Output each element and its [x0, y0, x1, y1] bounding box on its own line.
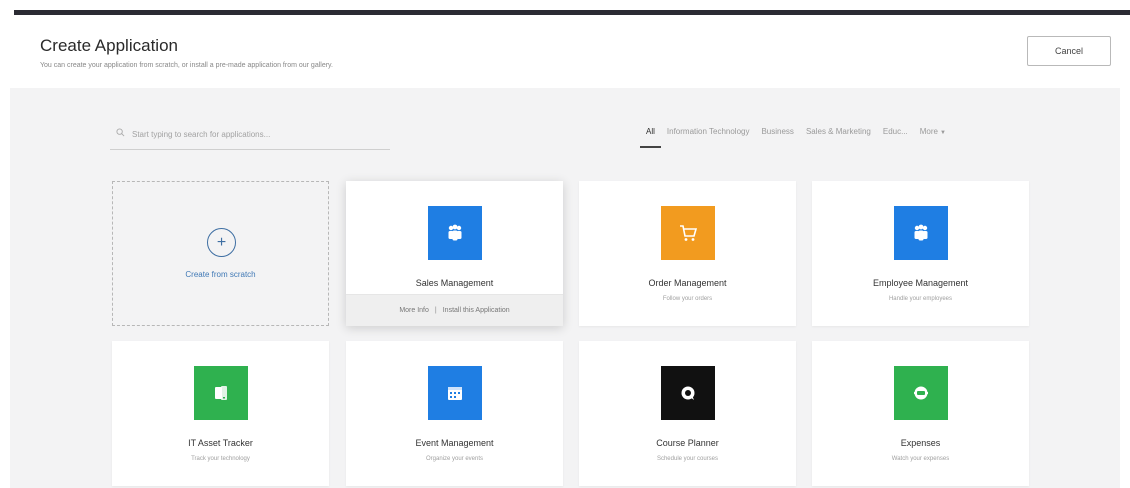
tab-business[interactable]: Business: [755, 126, 799, 148]
app-card-it-asset-tracker[interactable]: IT Asset Tracker Track your technology: [112, 341, 329, 486]
course-icon: [661, 366, 715, 420]
search-bar: [110, 120, 390, 150]
app-name: Event Management: [415, 438, 494, 448]
app-card-sales-management[interactable]: Sales Management More Info | Install thi…: [346, 181, 563, 326]
top-bar: [0, 0, 1130, 15]
gallery-area: All Information Technology Business Sale…: [10, 88, 1120, 488]
search-icon: [116, 128, 125, 137]
category-tabs: All Information Technology Business Sale…: [640, 126, 952, 152]
app-name: Course Planner: [656, 438, 719, 448]
app-description: Organize your events: [425, 456, 484, 462]
app-name: Order Management: [648, 278, 727, 288]
install-application-link[interactable]: Install this Application: [443, 307, 510, 314]
app-description: Handle your employees: [888, 296, 953, 302]
cancel-button[interactable]: Cancel: [1027, 36, 1111, 66]
app-description: Follow your orders: [662, 296, 713, 302]
app-card-course-planner[interactable]: Course Planner Schedule your courses: [579, 341, 796, 486]
tab-all[interactable]: All: [640, 126, 661, 148]
header: Create Application You can create your a…: [0, 15, 1130, 88]
app-name: Expenses: [900, 438, 941, 448]
card-actions: More Info | Install this Application: [346, 294, 563, 326]
more-info-link[interactable]: More Info: [399, 307, 429, 314]
tab-education[interactable]: Educ...: [877, 126, 914, 148]
app-name: Sales Management: [415, 278, 494, 288]
cart-icon: [661, 206, 715, 260]
app-description: Watch your expenses: [891, 456, 950, 462]
tab-more-label: More: [919, 127, 938, 136]
create-from-scratch-label[interactable]: Create from scratch: [113, 270, 328, 279]
action-divider: |: [434, 307, 437, 314]
app-description: Schedule your courses: [656, 456, 719, 462]
expense-icon: [894, 366, 948, 420]
app-card-expenses[interactable]: Expenses Watch your expenses: [812, 341, 1029, 486]
people-icon: [428, 206, 482, 260]
page-title: Create Application: [40, 36, 178, 55]
chevron-down-icon: ▼: [940, 130, 946, 136]
app-name: Employee Management: [872, 278, 969, 288]
calendar-icon: [428, 366, 482, 420]
people-icon: [894, 206, 948, 260]
app-description: Track your technology: [191, 456, 250, 462]
device-icon: [194, 366, 248, 420]
app-card-employee-management[interactable]: Employee Management Handle your employee…: [812, 181, 1029, 326]
tab-information-technology[interactable]: Information Technology: [661, 126, 756, 148]
tab-more[interactable]: More ▼: [914, 126, 952, 148]
app-name: IT Asset Tracker: [188, 438, 253, 448]
page-subtitle: You can create your application from scr…: [40, 62, 333, 69]
search-input[interactable]: [132, 125, 382, 143]
tab-sales-marketing[interactable]: Sales & Marketing: [800, 126, 877, 148]
app-card-event-management[interactable]: Event Management Organize your events: [346, 341, 563, 486]
plus-circle-icon[interactable]: +: [207, 228, 236, 257]
create-from-scratch-card[interactable]: + Create from scratch: [112, 181, 329, 326]
app-card-order-management[interactable]: Order Management Follow your orders: [579, 181, 796, 326]
